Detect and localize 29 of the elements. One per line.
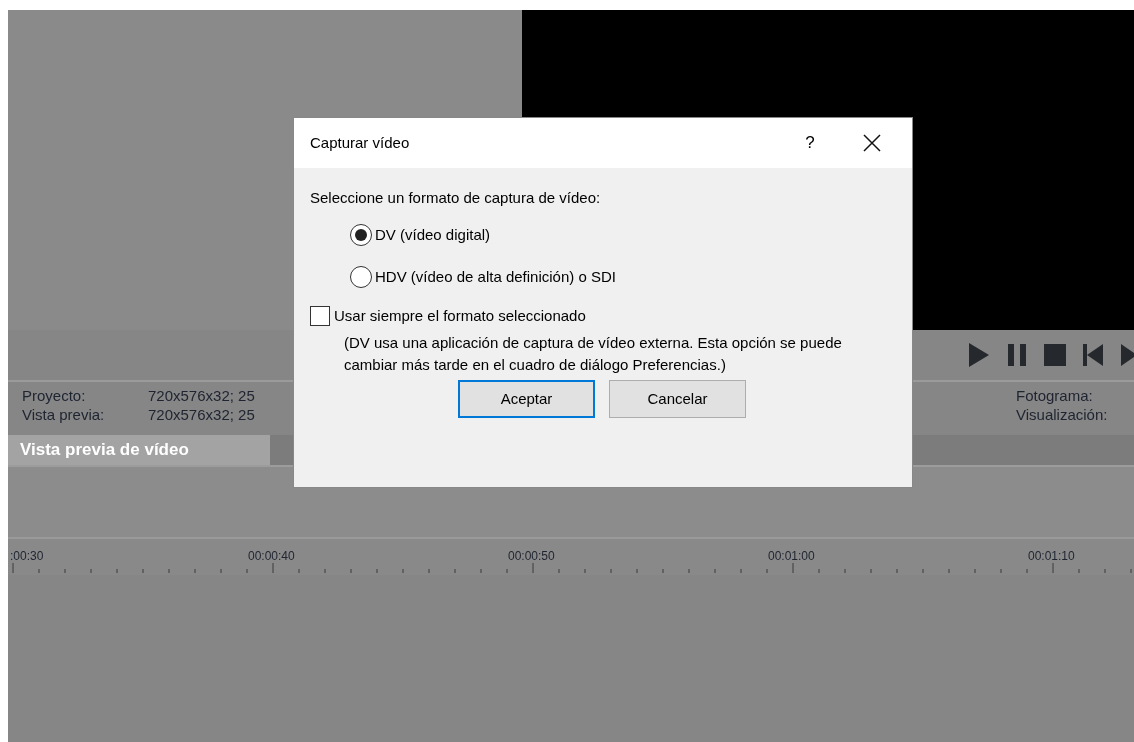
radio-label[interactable]: HDV (vídeo de alta definición) o SDI	[375, 266, 616, 289]
radio-button[interactable]	[350, 266, 372, 289]
info-label: Proyecto:	[22, 386, 87, 405]
time-label: :00:30	[10, 548, 44, 565]
info-value: 720x576x32; 25	[148, 405, 255, 424]
close-icon[interactable]	[863, 134, 881, 152]
checkbox[interactable]	[310, 305, 330, 326]
time-label: 00:01:10	[1028, 548, 1075, 565]
next-icon[interactable]	[1120, 344, 1134, 366]
play-icon[interactable]	[968, 342, 990, 368]
prompt-text: Seleccione un formato de captura de vídeo:	[310, 188, 602, 208]
ok-button[interactable]: Aceptar	[458, 380, 595, 418]
info-label: Vista previa:	[22, 405, 106, 424]
radio-label[interactable]: DV (vídeo digital)	[375, 223, 491, 246]
previous-icon[interactable]	[1082, 344, 1104, 366]
cancel-button[interactable]: Cancelar	[609, 380, 746, 418]
time-label: 00:00:40	[248, 548, 295, 565]
info-value: 720x576x32; 25	[148, 386, 255, 405]
pause-icon[interactable]	[1006, 344, 1028, 366]
radio-button[interactable]	[350, 223, 372, 246]
info-label: Visualización:	[1016, 405, 1109, 424]
time-label: 00:01:00	[768, 548, 815, 565]
dialog-title: Capturar vídeo	[310, 132, 411, 153]
note-text: (DV usa una aplicación de captura de vídeo externa. Esta opción se puede cambiar más tarde en el cuadro de diálogo Preferencias.)	[344, 333, 843, 375]
help-button[interactable]: ?	[790, 130, 830, 156]
info-label: Fotograma:	[1016, 386, 1094, 405]
timeline-ruler[interactable]: :00:30 00:00:40 00:00:50 00:01:00 00:01:10	[8, 537, 1134, 575]
time-label: 00:00:50	[508, 548, 555, 565]
checkbox-label[interactable]: Usar siempre el formato seleccionado	[334, 304, 586, 327]
